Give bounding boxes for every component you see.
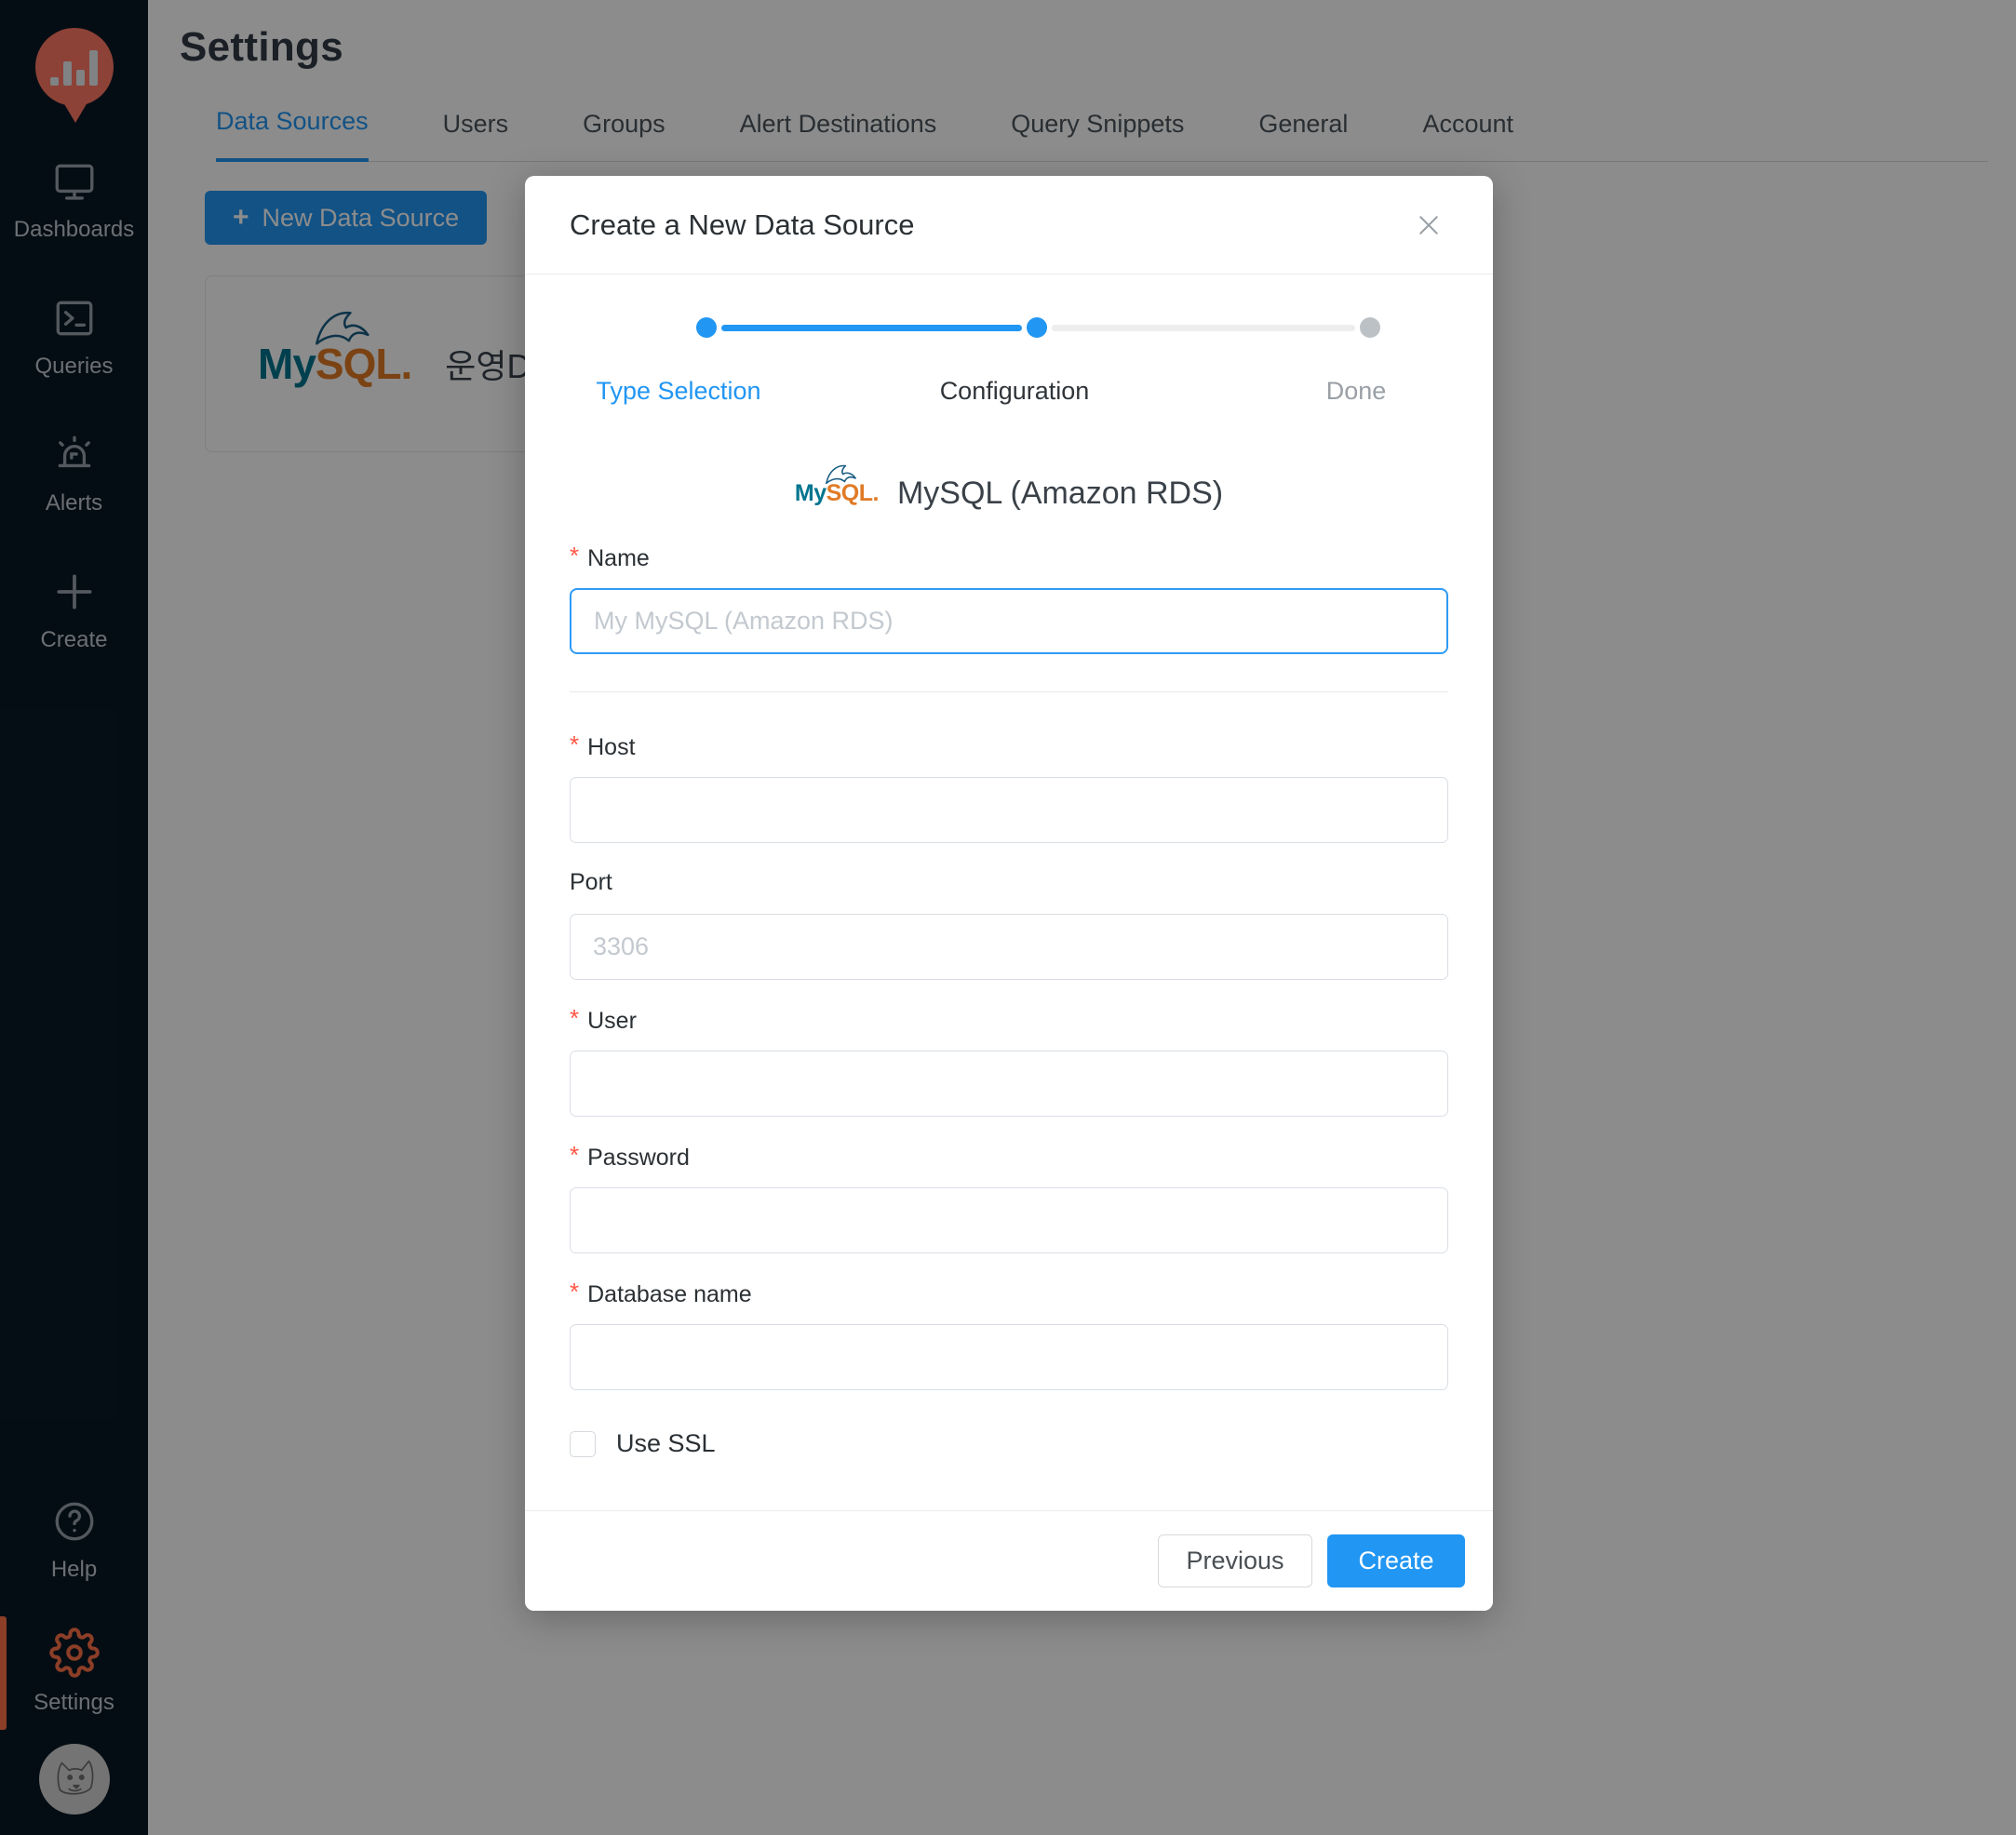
- step-label-configuration: Configuration: [875, 377, 1154, 406]
- use-ssl-checkbox[interactable]: [570, 1431, 596, 1457]
- field-label: Name: [587, 545, 650, 572]
- modal-header: Create a New Data Source: [525, 176, 1493, 275]
- create-data-source-modal: Create a New Data Source Type Selection …: [525, 176, 1493, 1611]
- required-mark: *: [570, 1141, 579, 1170]
- data-source-type-heading: MySQL. MySQL (Amazon RDS): [570, 475, 1448, 512]
- app-root: Dashboards Queries: [0, 0, 2016, 1835]
- password-input[interactable]: [570, 1187, 1448, 1253]
- required-mark: *: [570, 1004, 579, 1033]
- required-mark: *: [570, 542, 579, 570]
- step-dot-type-selection: [696, 317, 717, 338]
- step-label-type-selection[interactable]: Type Selection: [539, 377, 818, 406]
- modal-body: Type Selection Configuration Done MySQL.…: [525, 312, 1493, 1458]
- mysql-dolphin-icon: [824, 462, 857, 486]
- field-label: User: [587, 1008, 637, 1035]
- database-name-input[interactable]: [570, 1324, 1448, 1390]
- use-ssl-label[interactable]: Use SSL: [616, 1429, 716, 1458]
- step-label-done: Done: [1216, 377, 1496, 406]
- required-mark: *: [570, 730, 579, 759]
- field-port: Port: [570, 869, 1448, 980]
- user-input[interactable]: [570, 1051, 1448, 1117]
- field-label: Host: [587, 734, 635, 761]
- step-dot-configuration: [1027, 317, 1047, 338]
- field-name: * Name: [570, 543, 1448, 654]
- field-password: * Password: [570, 1143, 1448, 1253]
- step-dot-done: [1360, 317, 1380, 338]
- section-divider: [570, 691, 1448, 692]
- mysql-logo-small: MySQL.: [795, 482, 879, 505]
- step-connector-pending: [1052, 325, 1355, 331]
- field-host: * Host: [570, 732, 1448, 843]
- field-user: * User: [570, 1006, 1448, 1117]
- host-input[interactable]: [570, 777, 1448, 843]
- create-button[interactable]: Create: [1327, 1534, 1465, 1587]
- modal-title: Create a New Data Source: [570, 208, 914, 242]
- type-heading-text: MySQL (Amazon RDS): [897, 475, 1223, 512]
- field-database-name: * Database name: [570, 1279, 1448, 1390]
- wizard-steps: Type Selection Configuration Done: [570, 312, 1448, 423]
- field-label: Database name: [587, 1281, 752, 1308]
- name-input[interactable]: [570, 588, 1448, 654]
- step-connector-done: [721, 325, 1022, 331]
- port-input[interactable]: [570, 914, 1448, 980]
- modal-footer: Previous Create: [525, 1510, 1493, 1611]
- use-ssl-row: Use SSL: [570, 1429, 1448, 1458]
- field-label: Port: [570, 869, 612, 896]
- close-icon[interactable]: [1409, 206, 1448, 245]
- required-mark: *: [570, 1278, 579, 1306]
- previous-button[interactable]: Previous: [1158, 1534, 1312, 1587]
- field-label: Password: [587, 1145, 690, 1172]
